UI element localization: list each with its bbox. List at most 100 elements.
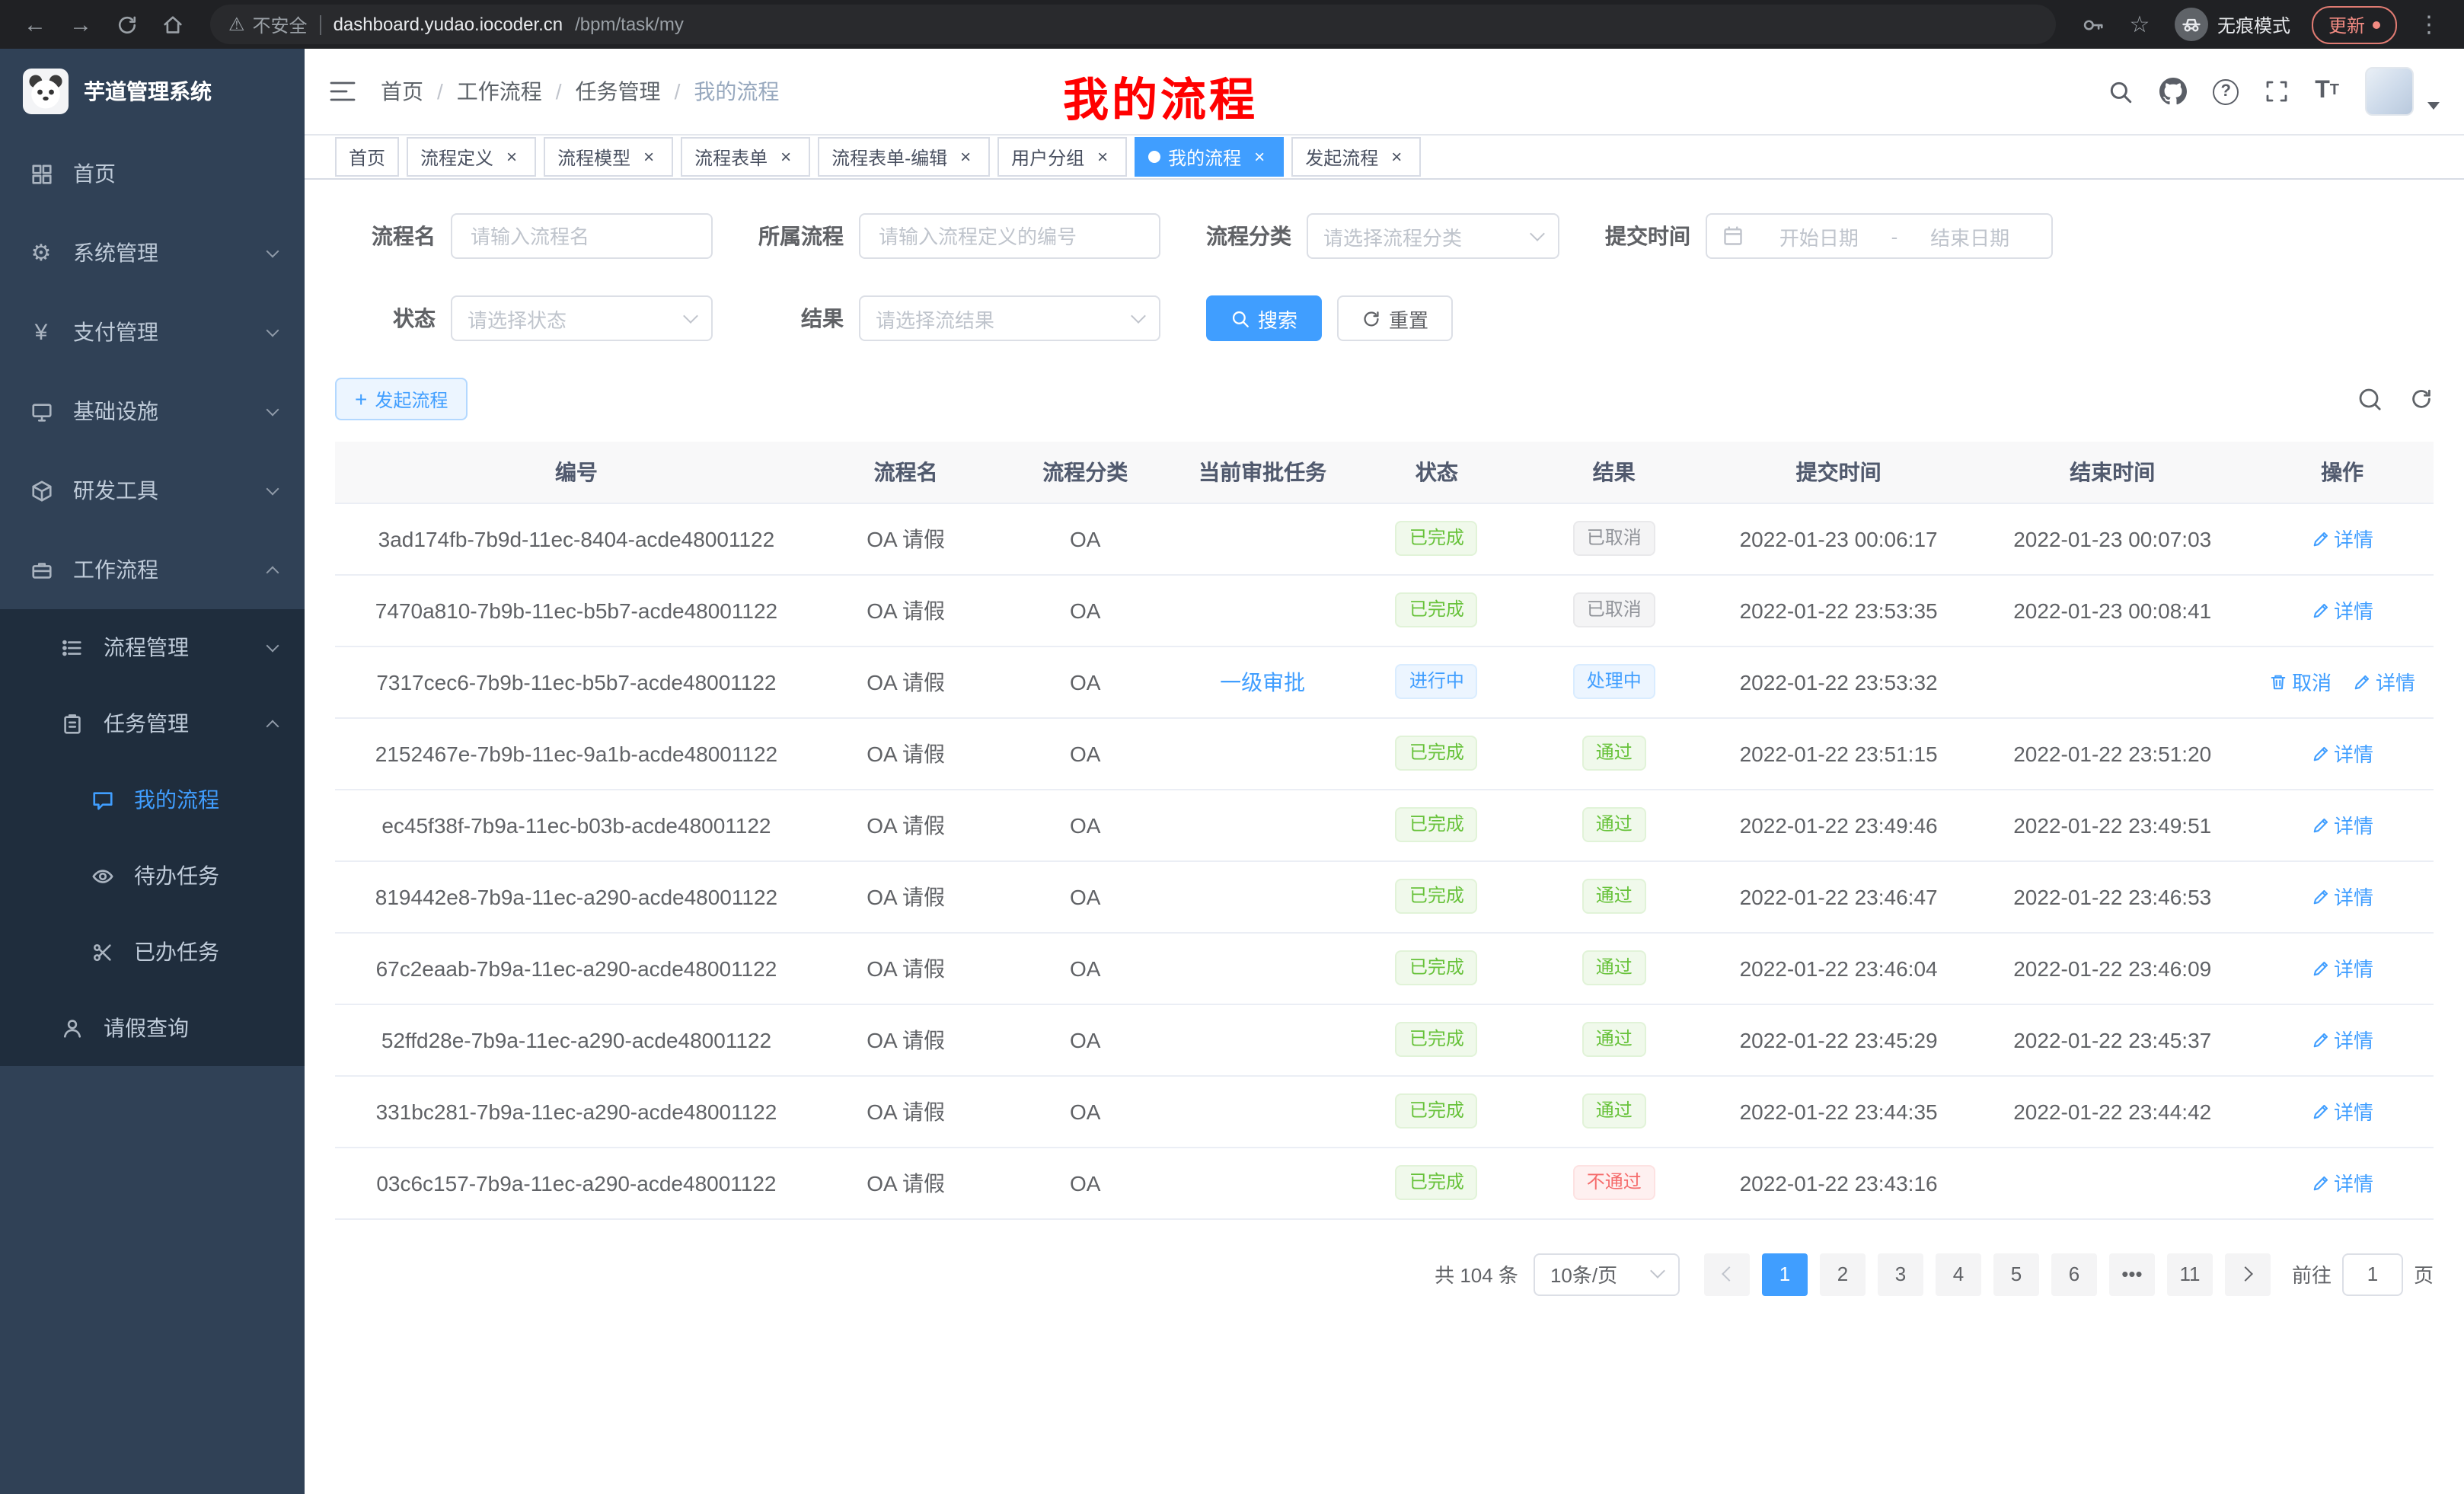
browser-chrome: ← → ⚠ 不安全 dashboard.yudao.iocoder.cn/bpm… — [0, 0, 2464, 49]
caret-down-icon[interactable] — [2427, 102, 2440, 110]
prev-page-button[interactable] — [1704, 1253, 1750, 1295]
tab-home[interactable]: 首页 — [335, 137, 399, 177]
back-icon[interactable]: ← — [15, 5, 55, 44]
sidebar-item-leave-query[interactable]: 请假查询 — [0, 990, 305, 1066]
page-button-3[interactable]: 3 — [1878, 1253, 1923, 1295]
sidebar-item-done-tasks[interactable]: 已办任务 — [0, 914, 305, 990]
detail-link[interactable]: 详情 — [2311, 882, 2373, 911]
column-header-category: 流程分类 — [994, 442, 1176, 503]
app-logo[interactable]: 芋道管理系统 — [0, 49, 305, 134]
forward-icon[interactable]: → — [61, 5, 101, 44]
goto-page-input[interactable] — [2342, 1253, 2403, 1295]
page-button-2[interactable]: 2 — [1820, 1253, 1866, 1295]
sidebar-item-task-management[interactable]: 任务管理 — [0, 685, 305, 761]
toggle-search-icon[interactable] — [2357, 387, 2382, 411]
tab-start-process[interactable]: 发起流程 × — [1291, 137, 1421, 177]
dashboard-icon — [27, 162, 55, 185]
address-bar[interactable]: ⚠ 不安全 dashboard.yudao.iocoder.cn/bpm/tas… — [210, 5, 2056, 44]
avatar[interactable] — [2365, 67, 2414, 116]
close-icon[interactable]: × — [638, 146, 659, 168]
github-icon[interactable] — [2159, 78, 2187, 105]
hamburger-icon[interactable] — [329, 79, 356, 104]
font-size-icon[interactable]: TT — [2315, 79, 2339, 104]
task-link[interactable]: 一级审批 — [1220, 669, 1305, 694]
detail-link[interactable]: 详情 — [2311, 524, 2373, 553]
status-badge: 已完成 — [1396, 1021, 1478, 1057]
page-button-6[interactable]: 6 — [2051, 1253, 2097, 1295]
tab-process-form-edit[interactable]: 流程表单-编辑 × — [818, 137, 990, 177]
more-vertical-icon[interactable]: ⋮ — [2409, 5, 2449, 44]
close-icon[interactable]: × — [501, 146, 522, 168]
help-icon[interactable]: ? — [2213, 78, 2239, 104]
sidebar-item-my-process[interactable]: 我的流程 — [0, 761, 305, 838]
next-page-button[interactable] — [2225, 1253, 2271, 1295]
page-button-4[interactable]: 4 — [1936, 1253, 1981, 1295]
sidebar-item-devtools[interactable]: 研发工具 — [0, 451, 305, 530]
page-ellipsis[interactable]: ••• — [2109, 1253, 2155, 1295]
fullscreen-icon[interactable] — [2265, 79, 2289, 104]
sidebar-item-infrastructure[interactable]: 基础设施 — [0, 372, 305, 451]
reset-button[interactable]: 重置 — [1337, 295, 1453, 341]
end-date-placeholder[interactable]: 结束日期 — [1904, 222, 2036, 251]
process-table: 编号 流程名 流程分类 当前审批任务 状态 结果 提交时间 结束时间 操作 3a… — [335, 442, 2434, 1219]
key-icon[interactable] — [2074, 5, 2114, 44]
chevron-down-icon — [1131, 308, 1146, 323]
cell-end-time: 2022-01-22 23:51:20 — [1974, 717, 2251, 789]
detail-link[interactable]: 详情 — [2353, 667, 2415, 696]
reload-icon[interactable] — [107, 5, 146, 44]
process-name-input[interactable] — [451, 213, 713, 259]
sidebar-item-home[interactable]: 首页 — [0, 134, 305, 213]
page-button-1[interactable]: 1 — [1762, 1253, 1808, 1295]
page-size-select[interactable]: 10条/页 — [1534, 1253, 1680, 1295]
tab-process-form[interactable]: 流程表单 × — [681, 137, 810, 177]
status-badge: 已完成 — [1396, 1093, 1478, 1128]
breadcrumb-workflow[interactable]: 工作流程 — [457, 76, 542, 107]
detail-link[interactable]: 详情 — [2311, 1097, 2373, 1125]
page-button-5[interactable]: 5 — [1993, 1253, 2039, 1295]
detail-link[interactable]: 详情 — [2311, 1025, 2373, 1054]
detail-link[interactable]: 详情 — [2311, 595, 2373, 624]
status-select[interactable]: 请选择状态 — [451, 295, 713, 341]
breadcrumb-task-management[interactable]: 任务管理 — [576, 76, 661, 107]
sidebar-item-todo-tasks[interactable]: 待办任务 — [0, 838, 305, 914]
detail-link[interactable]: 详情 — [2311, 953, 2373, 982]
detail-link[interactable]: 详情 — [2311, 1168, 2373, 1197]
tab-process-model[interactable]: 流程模型 × — [544, 137, 673, 177]
submit-time-range-picker[interactable]: 开始日期 - 结束日期 — [1706, 213, 2053, 259]
sidebar-item-process-management[interactable]: 流程管理 — [0, 609, 305, 685]
start-process-button[interactable]: + 发起流程 — [335, 378, 468, 420]
sidebar-item-system[interactable]: ⚙ 系统管理 — [0, 213, 305, 292]
close-icon[interactable]: × — [1092, 146, 1113, 168]
star-icon[interactable]: ☆ — [2120, 5, 2159, 44]
tab-process-definition[interactable]: 流程定义 × — [407, 137, 536, 177]
tab-my-process[interactable]: 我的流程 × — [1135, 137, 1284, 177]
result-select[interactable]: 请选择流结果 — [859, 295, 1160, 341]
cancel-link[interactable]: 取消 — [2269, 667, 2332, 696]
process-category-select[interactable]: 请选择流程分类 — [1307, 213, 1559, 259]
cell-end-time: 2022-01-23 00:07:03 — [1974, 503, 2251, 574]
detail-link[interactable]: 详情 — [2311, 810, 2373, 839]
process-definition-input[interactable] — [859, 213, 1160, 259]
detail-link[interactable]: 详情 — [2311, 739, 2373, 768]
start-date-placeholder[interactable]: 开始日期 — [1753, 222, 1885, 251]
search-button[interactable]: 搜索 — [1206, 295, 1322, 341]
close-icon[interactable]: × — [775, 146, 796, 168]
close-icon[interactable]: × — [955, 146, 976, 168]
monitor-icon — [27, 400, 55, 423]
result-badge: 通过 — [1582, 1021, 1646, 1057]
sidebar-item-workflow[interactable]: 工作流程 — [0, 530, 305, 609]
update-button[interactable]: 更新 — [2312, 5, 2397, 43]
search-icon[interactable] — [2108, 78, 2134, 104]
plus-icon: + — [355, 388, 367, 410]
tab-user-group[interactable]: 用户分组 × — [997, 137, 1127, 177]
cell-id: 03c6c157-7b9a-11ec-a290-acde48001122 — [335, 1147, 818, 1218]
browser-home-icon[interactable] — [152, 5, 192, 44]
sidebar-item-payment[interactable]: ¥ 支付管理 — [0, 292, 305, 372]
close-icon[interactable]: × — [1386, 146, 1407, 168]
page-button-11[interactable]: 11 — [2167, 1253, 2213, 1295]
close-icon[interactable]: × — [1249, 146, 1270, 168]
table-row: ec45f38f-7b9a-11ec-b03b-acde48001122 OA … — [335, 789, 2434, 860]
refresh-icon[interactable] — [2409, 387, 2434, 411]
cell-name: OA 请假 — [818, 574, 994, 646]
breadcrumb-home[interactable]: 首页 — [381, 76, 423, 107]
